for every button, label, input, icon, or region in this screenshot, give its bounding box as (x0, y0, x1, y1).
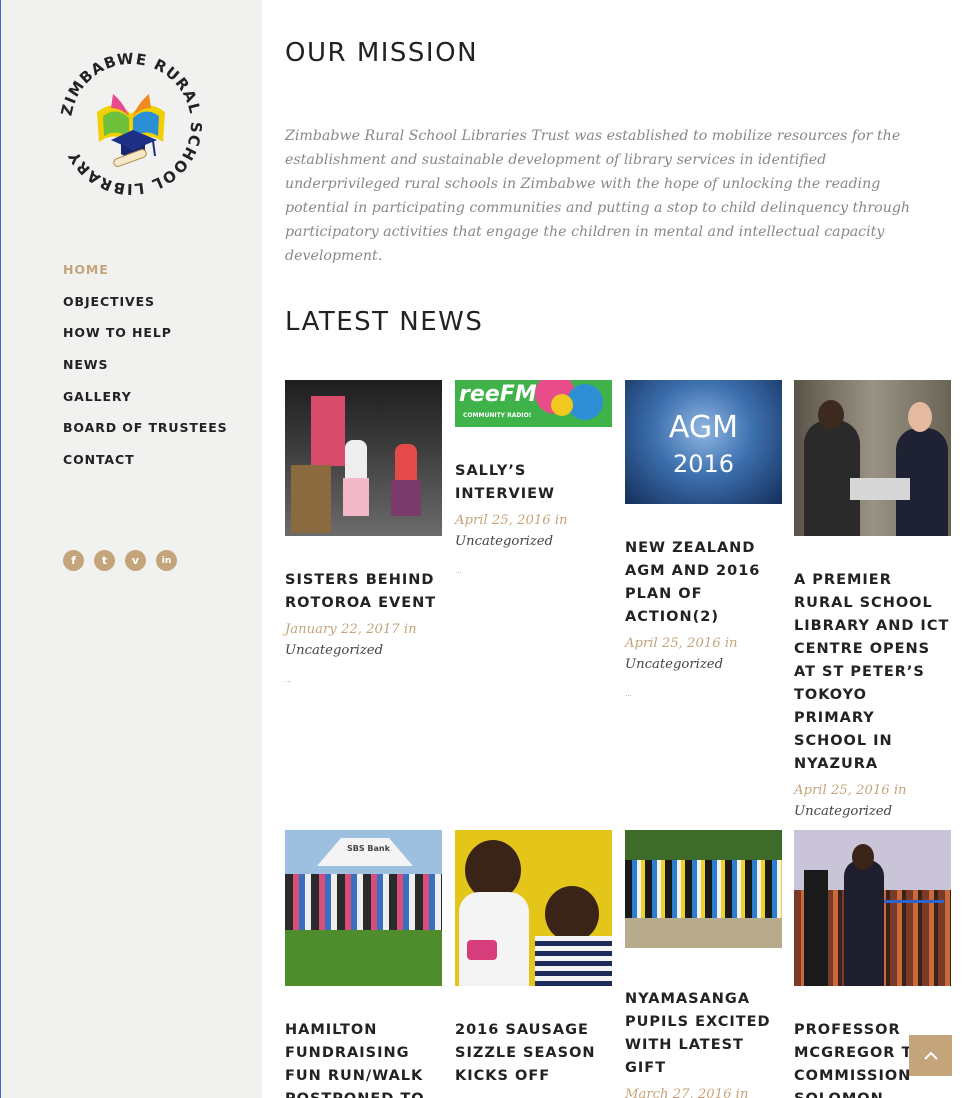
twitter-icon[interactable]: t (94, 550, 115, 571)
nav-item-news[interactable]: NEWS (63, 357, 228, 389)
news-thumbnail[interactable] (794, 830, 951, 986)
news-thumbnail[interactable] (455, 830, 612, 986)
news-thumbnail[interactable]: reeFM COMMUNITY RADIO! (455, 380, 612, 427)
vimeo-icon[interactable]: v (125, 550, 146, 571)
nav-item-board-of-trustees[interactable]: BOARD OF TRUSTEES (63, 420, 228, 452)
mission-text: Zimbabwe Rural School Libraries Trust wa… (285, 128, 911, 264)
linkedin-icon[interactable]: in (156, 550, 177, 571)
news-excerpt: ... (285, 675, 292, 684)
thumbnail-text: SBS Bank (347, 844, 390, 853)
news-card: AGM 2016 NEW ZEALAND AGM AND 2016 PLAN O… (625, 380, 782, 698)
news-thumbnail[interactable] (625, 830, 782, 948)
news-category[interactable]: Uncategorized (455, 531, 612, 552)
site-logo[interactable]: ZIMBABWE RURAL SCHOOL LIBRARY (57, 50, 205, 199)
news-thumbnail[interactable]: AGM 2016 (625, 380, 782, 504)
news-in-label: in (403, 622, 417, 637)
news-title[interactable]: HAMILTON FUNDRAISING FUN RUN/WALK POSTPO… (285, 1019, 442, 1098)
nav-item-home[interactable]: HOME (63, 262, 228, 294)
nav-item-gallery[interactable]: GALLERY (63, 389, 228, 421)
thumbnail-subtext: COMMUNITY RADIO! (463, 412, 532, 419)
news-title[interactable]: SALLY’S INTERVIEW (455, 460, 612, 506)
news-title[interactable]: NEW ZEALAND AGM AND 2016 PLAN OF ACTION(… (625, 537, 782, 629)
news-title[interactable]: SISTERS BEHIND ROTOROA EVENT (285, 569, 442, 615)
news-card: 2016 SAUSAGE SIZZLE SEASON KICKS OFF (455, 830, 612, 1088)
news-card: SBS Bank HAMILTON FUNDRAISING FUN RUN/WA… (285, 830, 442, 1098)
news-date: April 25, 2016 (794, 783, 890, 798)
social-links: f t v in (63, 550, 177, 571)
thumbnail-text: AGM (668, 410, 739, 445)
news-date: January 22, 2017 (285, 622, 400, 637)
chevron-up-icon (923, 1051, 938, 1060)
news-thumbnail[interactable]: SBS Bank (285, 830, 442, 986)
news-thumbnail[interactable] (285, 380, 442, 536)
news-in-label: in (554, 513, 568, 528)
nav-item-contact[interactable]: CONTACT (63, 452, 228, 484)
thumbnail-text: reeFM (459, 382, 537, 407)
latest-news-heading: LATEST NEWS (285, 307, 484, 337)
nav-item-objectives[interactable]: OBJECTIVES (63, 294, 228, 326)
thumbnail-subtext: 2016 (672, 450, 735, 478)
news-card: NYAMASANGA PUPILS EXCITED WITH LATEST GI… (625, 830, 782, 1098)
news-thumbnail[interactable] (794, 380, 951, 536)
news-category[interactable]: Uncategorized (625, 654, 782, 675)
news-card: reeFM COMMUNITY RADIO! SALLY’S INTERVIEW… (455, 380, 612, 575)
facebook-icon[interactable]: f (63, 550, 84, 571)
news-title[interactable]: NYAMASANGA PUPILS EXCITED WITH LATEST GI… (625, 988, 782, 1080)
news-in-label: in (893, 783, 907, 798)
news-category[interactable]: Uncategorized (794, 801, 951, 822)
news-date: April 25, 2016 (455, 513, 551, 528)
news-title[interactable]: A PREMIER RURAL SCHOOL LIBRARY AND ICT C… (794, 569, 951, 776)
main-nav: HOME OBJECTIVES HOW TO HELP NEWS GALLERY… (63, 262, 228, 484)
news-in-label: in (735, 1087, 749, 1098)
nav-item-how-to-help[interactable]: HOW TO HELP (63, 325, 228, 357)
news-category[interactable]: Uncategorized (285, 640, 442, 661)
news-excerpt: ... (625, 689, 632, 698)
news-title[interactable]: 2016 SAUSAGE SIZZLE SEASON KICKS OFF (455, 1019, 612, 1088)
mission-heading: OUR MISSION (285, 38, 479, 68)
news-date: March 27, 2016 (625, 1087, 732, 1098)
news-date: April 25, 2016 (625, 636, 721, 651)
news-in-label: in (724, 636, 738, 651)
news-card: A PREMIER RURAL SCHOOL LIBRARY AND ICT C… (794, 380, 951, 845)
sidebar: ZIMBABWE RURAL SCHOOL LIBRARY HOME OBJEC… (0, 0, 262, 1098)
news-excerpt: ... (455, 566, 462, 575)
news-card: SISTERS BEHIND ROTOROA EVENT January 22,… (285, 380, 442, 684)
back-to-top-button[interactable] (909, 1035, 952, 1076)
